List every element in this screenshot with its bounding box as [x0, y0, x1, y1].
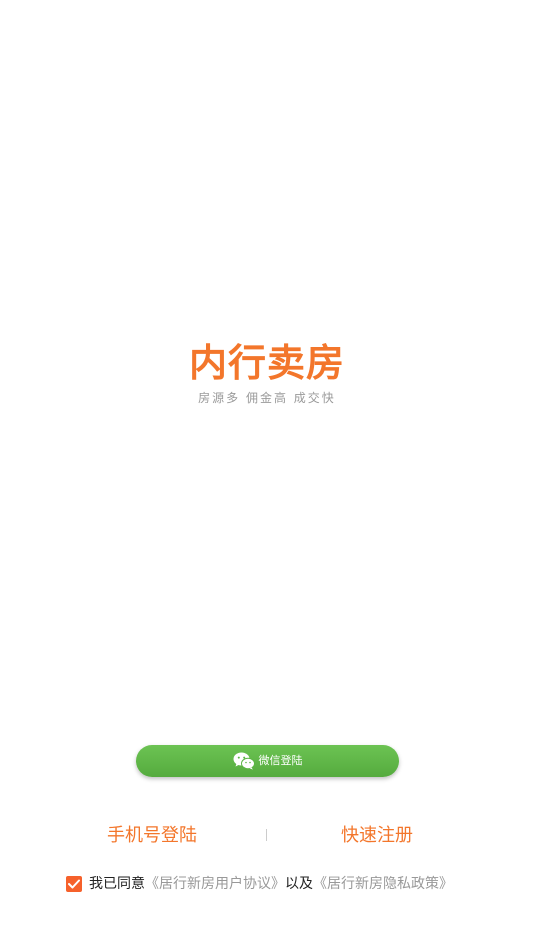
checkmark-icon: [68, 879, 80, 889]
agreement-prefix: 我已同意: [89, 876, 145, 892]
agreement-connector: 以及: [285, 876, 313, 892]
login-links: 手机号登陆 快速注册: [0, 822, 534, 850]
wechat-icon: [233, 752, 255, 770]
logo-slogan: 房源多 佣金高 成交快: [198, 391, 336, 405]
quick-register-link[interactable]: 快速注册: [341, 822, 413, 850]
wechat-login-label: 微信登陆: [258, 754, 303, 767]
logo-title: 内行卖房: [188, 341, 345, 385]
user-agreement-link[interactable]: 《居行新房用户协议》: [145, 874, 285, 894]
agreement-checkbox[interactable]: [66, 876, 82, 892]
links-divider: [266, 829, 267, 841]
app-logo: 内行卖房 房源多 佣金高 成交快: [0, 340, 534, 406]
phone-login-link[interactable]: 手机号登陆: [107, 822, 197, 850]
login-screen: 内行卖房 房源多 佣金高 成交快 微信登陆 手机号登陆 快速注册 我已同意 《居…: [0, 0, 534, 950]
agreement-row: 我已同意 《居行新房用户协议》 以及 《居行新房隐私政策》: [66, 874, 453, 894]
wechat-login-button[interactable]: 微信登陆: [136, 745, 399, 777]
privacy-policy-link[interactable]: 《居行新房隐私政策》: [313, 874, 453, 894]
